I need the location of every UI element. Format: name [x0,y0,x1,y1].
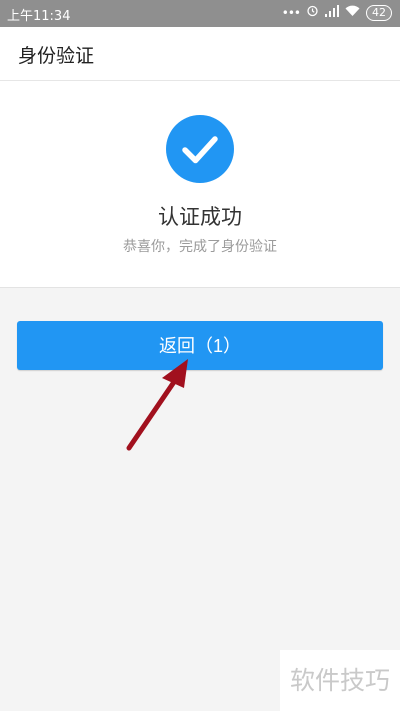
status-icons: ••• 42 [282,4,392,21]
watermark: 软件技巧 [280,650,400,711]
check-circle-icon [166,115,234,183]
result-subtitle: 恭喜你，完成了身份验证 [123,239,277,255]
header-bar: 身份验证 [0,27,400,81]
battery-icon: 42 [366,4,392,21]
return-button[interactable]: 返回（1） [17,321,383,370]
more-dots-icon: ••• [281,5,301,20]
status-time: 上午11:34 [7,9,71,24]
alarm-icon [306,4,319,21]
page-title: 身份验证 [18,45,95,67]
status-bar: 上午11:34 ••• 42 [0,0,400,27]
signal-icon [325,4,339,21]
result-title: 认证成功 [158,205,242,229]
wifi-icon [345,5,360,21]
result-card: 认证成功 恭喜你，完成了身份验证 [0,81,400,288]
